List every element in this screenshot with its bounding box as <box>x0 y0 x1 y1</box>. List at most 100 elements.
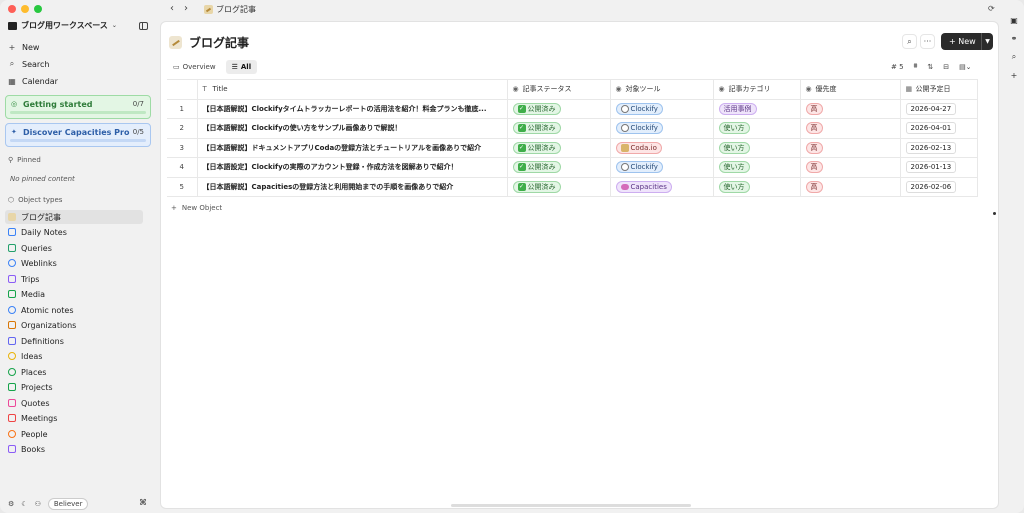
command-icon[interactable]: ⌘ <box>139 498 147 507</box>
tool-cell[interactable]: Capacities <box>609 176 714 197</box>
row-title-cell[interactable]: 【日本語解説】ドキュメントアプリCodaの登録方法とチュートリアルを画像ありで紹… <box>196 137 508 158</box>
panel-toggle-icon[interactable]: ▣ <box>1010 16 1018 25</box>
row-title-cell[interactable]: 【日本語設定】Clockifyの実際のアカウント登録・作成方法を図解ありで紹介！ <box>196 157 508 178</box>
sync-icon[interactable]: ⟳ <box>988 4 995 13</box>
chevron-down-icon[interactable]: ▼ <box>982 38 993 45</box>
settings-icon[interactable]: ⚙ <box>8 500 14 508</box>
category-badge[interactable]: 活用事例 <box>718 102 757 115</box>
sidebar-item-organizations[interactable]: Organizations <box>8 318 76 332</box>
tool-badge[interactable]: Clockify <box>615 102 663 115</box>
date-value[interactable]: 2026-02-06 <box>905 180 957 193</box>
tool-cell[interactable]: Clockify <box>609 157 714 178</box>
table-row[interactable]: 3 【日本語解説】ドキュメントアプリCodaの登録方法とチュートリアルを画像ありで… <box>167 137 978 158</box>
category-cell[interactable]: 使い方 <box>712 118 801 139</box>
status-cell[interactable]: ✓ 公開済み <box>506 157 611 178</box>
priority-cell[interactable]: 高 <box>799 176 901 197</box>
sidebar-item-places[interactable]: Places <box>8 365 46 379</box>
new-object-button[interactable]: + New ▼ <box>941 33 993 50</box>
sidebar-item-daily-notes[interactable]: Daily Notes <box>8 225 67 239</box>
priority-badge[interactable]: 高 <box>805 122 823 135</box>
date-cell[interactable]: 2026-02-06 <box>899 176 978 197</box>
tab-overview[interactable]: ▭ Overview <box>167 60 222 74</box>
horizontal-scrollbar[interactable] <box>451 504 691 507</box>
status-cell[interactable]: ✓ 公開済み <box>506 118 611 139</box>
sidebar-item-queries[interactable]: Queries <box>8 241 52 255</box>
date-value[interactable]: 2026-04-27 <box>905 102 957 115</box>
sidebar-item-atomic-notes[interactable]: Atomic notes <box>8 303 74 317</box>
pencil-emoji-icon[interactable] <box>169 36 182 49</box>
more-options-icon[interactable]: ··· <box>920 34 935 49</box>
date-cell[interactable]: 2026-02-13 <box>899 137 978 158</box>
tool-badge[interactable]: Capacities <box>615 180 672 193</box>
tab-all[interactable]: ☰ All <box>225 60 258 74</box>
tool-badge[interactable]: Clockify <box>615 122 663 135</box>
tool-cell[interactable]: Clockify <box>609 118 714 139</box>
sidebar-item-meetings[interactable]: Meetings <box>8 411 57 425</box>
column-header-title[interactable]: T Title <box>196 79 508 100</box>
category-badge[interactable]: 使い方 <box>718 180 750 193</box>
moon-icon[interactable]: ☾ <box>21 500 27 508</box>
category-cell[interactable]: 使い方 <box>712 176 801 197</box>
table-row[interactable]: 5 【日本語解説】Capacitiesの登録方法と利用開始までの手順を画像ありで紹… <box>167 176 978 197</box>
tool-badge[interactable]: Clockify <box>615 161 663 174</box>
date-value[interactable]: 2026-01-13 <box>905 161 957 174</box>
sort-icon[interactable]: ⇅ <box>927 63 933 71</box>
row-title-cell[interactable]: 【日本語解説】Capacitiesの登録方法と利用開始までの手順を画像ありで紹介 <box>196 176 508 197</box>
sidebar-item-projects[interactable]: Projects <box>8 380 53 394</box>
discover-pro-card[interactable]: ✦ Discover Capacities Pro 0/5 <box>5 123 151 147</box>
getting-started-card[interactable]: ◎ Getting started 0/7 <box>5 95 151 119</box>
pinned-section-header[interactable]: ⚲ Pinned <box>8 156 41 164</box>
category-cell[interactable]: 使い方 <box>712 157 801 178</box>
status-badge[interactable]: ✓ 公開済み <box>512 161 561 174</box>
sidebar-item-definitions[interactable]: Definitions <box>8 334 64 348</box>
date-value[interactable]: 2026-04-01 <box>905 122 957 135</box>
priority-cell[interactable]: 高 <box>799 137 901 158</box>
column-header-date[interactable]: ▦ 公開予定日 <box>899 79 978 100</box>
priority-cell[interactable]: 高 <box>799 157 901 178</box>
object-types-header[interactable]: ⬡ Object types <box>8 196 62 204</box>
user-icon[interactable]: ⚇ <box>35 500 41 508</box>
status-badge[interactable]: ✓ 公開済み <box>512 141 561 154</box>
row-title-cell[interactable]: 【日本語解説】Clockifyの使い方をサンプル画像ありで解説！ <box>196 118 508 139</box>
column-header-tool[interactable]: ◉ 対象ツール <box>609 79 714 100</box>
link-icon[interactable]: ⚭ <box>1011 34 1018 43</box>
priority-cell[interactable]: 高 <box>799 118 901 139</box>
priority-cell[interactable]: 高 <box>799 98 901 119</box>
sidebar-item-weblinks[interactable]: Weblinks <box>8 256 57 270</box>
sidebar-item-books[interactable]: Books <box>8 442 45 456</box>
page-title-text[interactable]: ブログ記事 <box>189 34 249 51</box>
status-badge[interactable]: ✓ 公開済み <box>512 122 561 135</box>
date-cell[interactable]: 2026-01-13 <box>899 157 978 178</box>
date-value[interactable]: 2026-02-13 <box>905 141 957 154</box>
category-cell[interactable]: 活用事例 <box>712 98 801 119</box>
sidebar-search-button[interactable]: ⌕ Search <box>8 57 50 71</box>
tool-badge[interactable]: Coda.io <box>615 141 662 154</box>
sidebar-item-quotes[interactable]: Quotes <box>8 396 50 410</box>
minimize-window-button[interactable] <box>21 5 29 13</box>
breadcrumb[interactable]: ブログ記事 <box>204 4 256 15</box>
priority-badge[interactable]: 高 <box>805 180 823 193</box>
status-cell[interactable]: ✓ 公開済み <box>506 176 611 197</box>
sidebar-item-media[interactable]: Media <box>8 287 45 301</box>
category-cell[interactable]: 使い方 <box>712 137 801 158</box>
tool-cell[interactable]: Coda.io <box>609 137 714 158</box>
search-icon[interactable]: ⌕ <box>1012 52 1016 62</box>
status-badge[interactable]: ✓ 公開済み <box>512 102 561 115</box>
plus-icon[interactable]: + <box>1011 71 1018 80</box>
status-cell[interactable]: ✓ 公開済み <box>506 137 611 158</box>
forward-arrow-icon[interactable]: › <box>180 3 192 15</box>
row-title-cell[interactable]: 【日本語解説】Clockifyタイムトラッカーレポートの活用法を紹介！料金プラン… <box>196 98 508 119</box>
zoom-window-button[interactable] <box>34 5 42 13</box>
date-cell[interactable]: 2026-04-27 <box>899 98 978 119</box>
priority-badge[interactable]: 高 <box>805 141 823 154</box>
column-header-priority[interactable]: ◉ 優先度 <box>799 79 901 100</box>
table-row[interactable]: 1 【日本語解説】Clockifyタイムトラッカーレポートの活用法を紹介！料金プラ… <box>167 98 978 119</box>
column-header-category[interactable]: ◉ 記事カテゴリ <box>712 79 801 100</box>
priority-badge[interactable]: 高 <box>805 102 823 115</box>
sidebar-item-blog[interactable]: ブログ記事 <box>5 210 143 224</box>
tool-cell[interactable]: Clockify <box>609 98 714 119</box>
filter-icon[interactable]: ⩩ <box>914 62 918 71</box>
sidebar-item-ideas[interactable]: Ideas <box>8 349 42 363</box>
search-icon[interactable]: ⌕ <box>902 34 917 49</box>
group-icon[interactable]: ⊟ <box>943 63 949 71</box>
